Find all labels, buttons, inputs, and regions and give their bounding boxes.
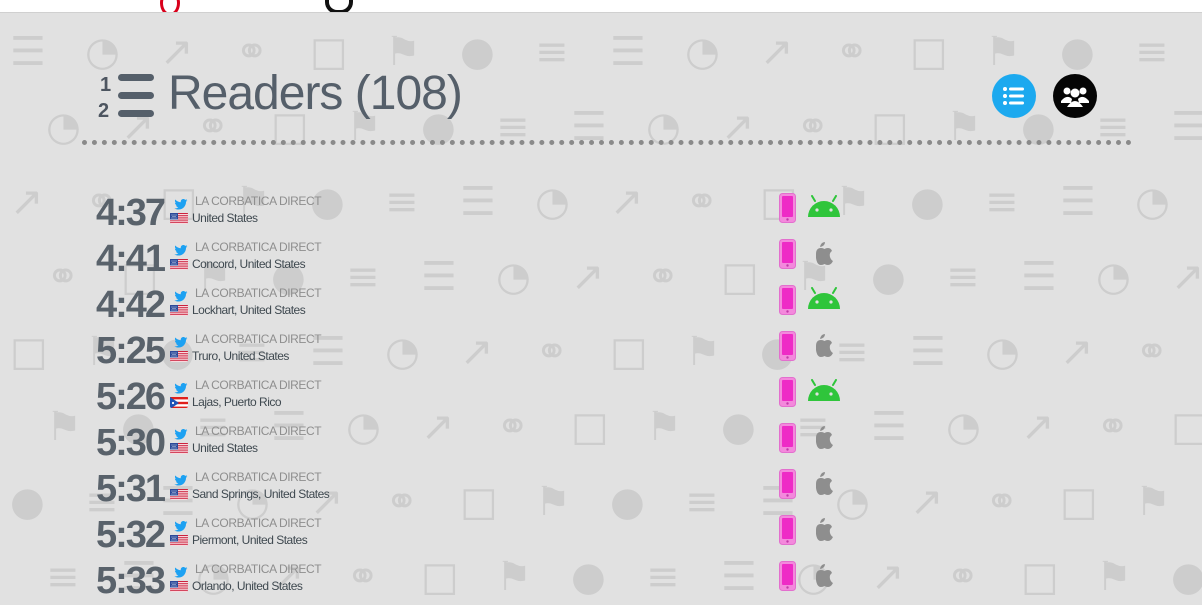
reader-time: 5:30	[96, 422, 166, 464]
background-pattern-glyph: ●	[460, 29, 495, 75]
reader-row[interactable]: 5:31 LA CORBATICA DIRECT Sand Springs, Uni…	[0, 467, 1202, 513]
united-states-flag-icon	[170, 304, 188, 316]
reader-source: LA CORBATICA DIRECT	[195, 240, 322, 254]
reader-time: 5:33	[96, 560, 166, 602]
reader-location: Orlando, United States	[192, 579, 303, 593]
background-pattern-glyph: ●	[1060, 29, 1095, 75]
reader-time: 5:26	[96, 376, 166, 418]
united-states-flag-icon	[170, 442, 188, 454]
twitter-icon	[174, 197, 188, 210]
mobile-device-icon	[779, 331, 796, 361]
twitter-icon	[174, 335, 188, 348]
background-pattern-glyph: ⚑	[985, 29, 1021, 75]
android-icon	[806, 287, 842, 311]
mobile-device-icon	[779, 469, 796, 499]
reader-row[interactable]: 4:42 LA CORBATICA DIRECT Lockhart, United …	[0, 283, 1202, 329]
background-pattern-glyph: ☰	[10, 29, 46, 75]
reader-location: Concord, United States	[192, 257, 306, 271]
background-pattern-glyph: ◔	[46, 104, 81, 150]
reader-location: United States	[192, 211, 258, 225]
reader-source: LA CORBATICA DIRECT	[195, 562, 322, 576]
united-states-flag-icon	[170, 212, 188, 224]
reader-time: 4:37	[96, 192, 166, 234]
reader-source: LA CORBATICA DIRECT	[195, 516, 322, 530]
reader-time: 5:25	[96, 330, 166, 372]
reader-source: LA CORBATICA DIRECT	[195, 378, 322, 392]
list-view-button[interactable]	[992, 74, 1036, 118]
reader-source: LA CORBATICA DIRECT	[195, 286, 322, 300]
reader-row[interactable]: 5:32 LA CORBATICA DIRECT Piermont, United …	[0, 513, 1202, 559]
reader-source: LA CORBATICA DIRECT	[195, 470, 322, 484]
twitter-icon	[174, 519, 188, 532]
android-icon	[806, 195, 842, 219]
ordered-list-icon: 1 2	[98, 74, 154, 120]
svg-text:1: 1	[100, 74, 111, 96]
mobile-device-icon	[779, 515, 796, 545]
reader-location: Truro, United States	[192, 349, 289, 363]
mobile-device-icon	[779, 193, 796, 223]
mobile-device-icon	[779, 285, 796, 315]
apple-icon	[806, 241, 842, 265]
android-icon	[806, 379, 842, 403]
united-states-flag-icon	[170, 350, 188, 362]
background-pattern-glyph: ≡	[1135, 29, 1169, 75]
reader-time: 5:32	[96, 514, 166, 556]
reader-row[interactable]: 5:26 LA CORBATICA DIRECT Lajas, Puerto Ric…	[0, 375, 1202, 421]
twitter-icon	[174, 473, 188, 486]
reader-location: Sand Springs, United States	[192, 487, 330, 501]
mobile-device-icon	[779, 561, 796, 591]
reader-location: Lajas, Puerto Rico	[192, 395, 282, 409]
header-divider	[82, 140, 1132, 145]
page-title: Readers (108)	[168, 67, 463, 120]
background-pattern-glyph: ↗	[760, 29, 794, 75]
twitter-icon	[174, 427, 188, 440]
apple-icon	[806, 333, 842, 357]
svg-text:2: 2	[98, 100, 109, 120]
united-states-flag-icon	[170, 534, 188, 546]
reader-time: 5:31	[96, 468, 166, 510]
apple-icon	[806, 517, 842, 541]
people-view-button[interactable]	[1053, 74, 1097, 118]
reader-time: 4:41	[96, 238, 166, 280]
apple-icon	[806, 471, 842, 495]
reader-row[interactable]: 4:41 LA CORBATICA DIRECT Concord, United S…	[0, 237, 1202, 283]
twitter-icon	[174, 381, 188, 394]
people-icon	[1061, 87, 1089, 107]
reader-source: LA CORBATICA DIRECT	[195, 424, 322, 438]
puerto-rico-flag-icon	[170, 396, 188, 408]
reader-row[interactable]: 5:33 LA CORBATICA DIRECT Orlando, United S…	[0, 559, 1202, 605]
background-pattern-glyph: ⚭	[835, 29, 869, 75]
twitter-icon	[174, 565, 188, 578]
reader-location: United States	[192, 441, 258, 455]
background-pattern-glyph: ◔	[85, 29, 120, 75]
list-icon	[1003, 87, 1024, 105]
background-pattern-glyph: ☰	[610, 29, 646, 75]
reader-source: LA CORBATICA DIRECT	[195, 194, 322, 208]
reader-time: 4:42	[96, 284, 166, 326]
reader-source: LA CORBATICA DIRECT	[195, 332, 322, 346]
united-states-flag-icon	[170, 580, 188, 592]
mobile-device-icon	[779, 239, 796, 269]
twitter-icon	[174, 243, 188, 256]
twitter-icon	[174, 289, 188, 302]
reader-location: Piermont, United States	[192, 533, 308, 547]
reader-location: Lockhart, United States	[192, 303, 306, 317]
background-pattern-glyph: ≡	[535, 29, 569, 75]
united-states-flag-icon	[170, 258, 188, 270]
apple-icon	[806, 425, 842, 449]
apple-icon	[806, 563, 842, 587]
reader-row[interactable]: 5:25 LA CORBATICA DIRECT Truro, United Sta…	[0, 329, 1202, 375]
background-pattern-glyph: ◔	[685, 29, 720, 75]
mobile-device-icon	[779, 423, 796, 453]
reader-row[interactable]: 4:37 LA CORBATICA DIRECT United States	[0, 191, 1202, 237]
mobile-device-icon	[779, 377, 796, 407]
background-pattern-glyph: ☰	[1171, 104, 1202, 150]
background-pattern-glyph: □	[910, 29, 948, 75]
reader-row[interactable]: 5:30 LA CORBATICA DIRECT United States	[0, 421, 1202, 467]
united-states-flag-icon	[170, 488, 188, 500]
